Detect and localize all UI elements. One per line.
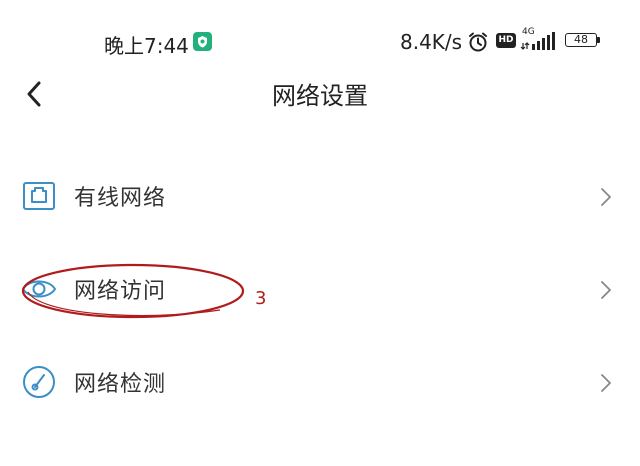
menu-item-network-detection[interactable]: 网络检测 <box>0 338 640 428</box>
menu-item-label: 网络检测 <box>74 372 167 397</box>
chevron-right-icon <box>601 374 611 392</box>
annotation-number: 3 <box>255 288 267 309</box>
shield-icon <box>193 32 212 51</box>
ethernet-icon <box>23 182 55 210</box>
status-bar: 晚上7:44 8.4K/s HD 4G 48 <box>0 0 640 84</box>
network-speed: 8.4K/s <box>400 30 463 54</box>
speedometer-icon <box>23 366 55 398</box>
hd-voice-icon: HD <box>496 33 516 48</box>
menu-item-wired-network[interactable]: 有线网络 <box>0 152 640 242</box>
status-time: 晚上7:44 <box>104 34 189 58</box>
page-title: 网络设置 <box>272 82 368 110</box>
cellular-signal-icon <box>520 32 555 50</box>
battery-icon: 48 <box>565 33 600 49</box>
alarm-icon <box>469 32 487 52</box>
chevron-right-icon <box>601 188 611 206</box>
chevron-right-icon <box>601 281 611 299</box>
menu-item-label: 有线网络 <box>74 186 167 211</box>
annotation-ellipse <box>21 263 245 319</box>
battery-level: 48 <box>574 33 588 46</box>
